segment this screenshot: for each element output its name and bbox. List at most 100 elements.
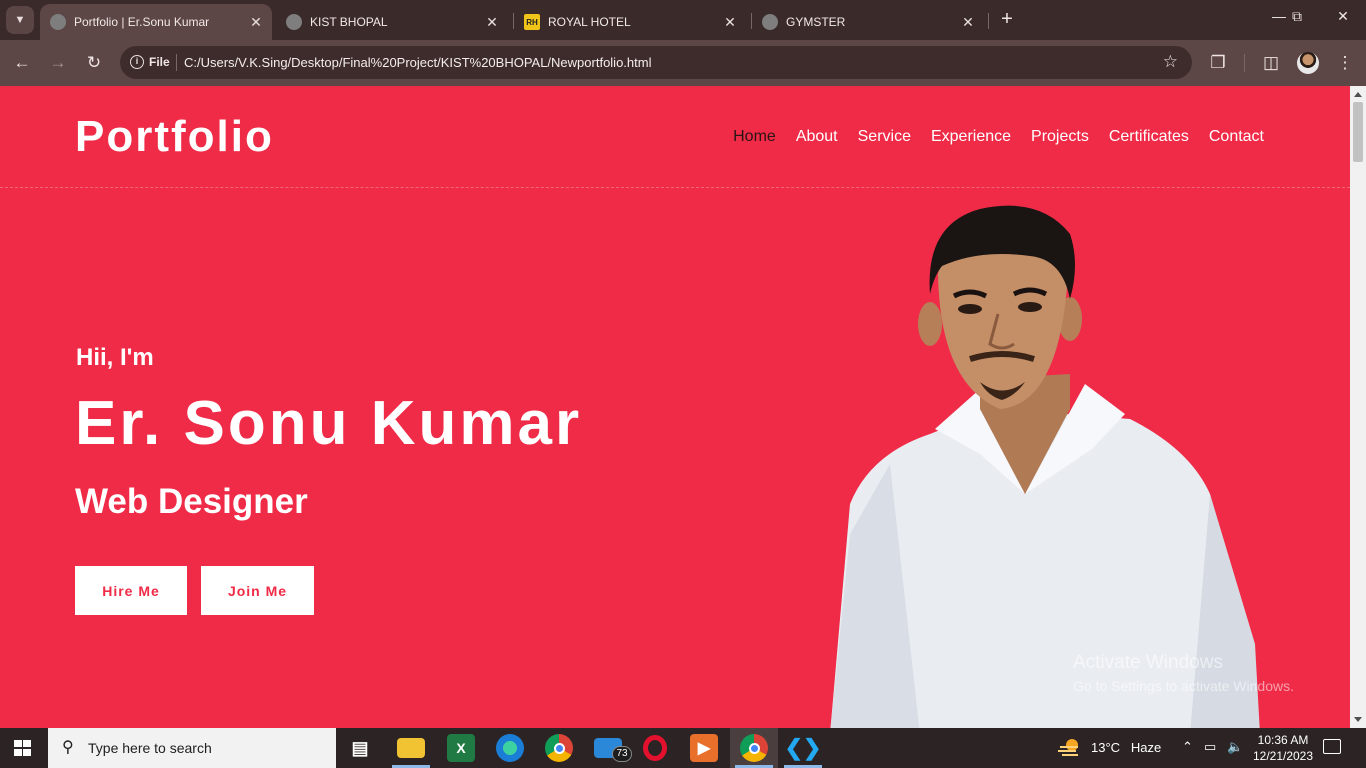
excel-icon[interactable]: X — [447, 734, 475, 762]
address-divider — [176, 54, 177, 71]
arrow-left-icon: ← — [13, 53, 31, 72]
nav-about[interactable]: About — [796, 128, 838, 146]
forward-button[interactable]: → — [47, 52, 69, 74]
watermark-subtitle: Go to Settings to activate Windows. — [1073, 678, 1294, 694]
side-panel-button[interactable]: ◫ — [1260, 52, 1282, 74]
opera-icon[interactable] — [643, 735, 667, 761]
nav-certificates[interactable]: Certificates — [1109, 128, 1189, 146]
profile-avatar[interactable] — [1297, 52, 1319, 74]
globe-icon — [50, 14, 66, 30]
scheme-label: File — [149, 55, 170, 69]
main-nav: Home About Service Experience Projects C… — [733, 128, 1264, 146]
nav-experience[interactable]: Experience — [931, 128, 1011, 146]
hero-role: Web Designer — [75, 482, 308, 521]
tab-gymster[interactable]: GYMSTER ✕ — [752, 4, 984, 40]
edge-icon[interactable] — [496, 734, 524, 762]
nav-contact[interactable]: Contact — [1209, 128, 1264, 146]
windows-start-button[interactable] — [14, 740, 32, 757]
windows-logo-icon — [23, 740, 31, 747]
url-text[interactable]: C:/Users/V.K.Sing/Desktop/Final%20Projec… — [184, 55, 651, 70]
close-icon: ✕ — [1337, 8, 1349, 24]
hero-name: Er. Sonu Kumar — [75, 389, 583, 458]
tab-kist-bhopal[interactable]: KIST BHOPAL ✕ — [276, 4, 508, 40]
globe-icon — [762, 14, 778, 30]
scroll-thumb[interactable] — [1353, 102, 1363, 162]
site-logo[interactable]: Portfolio — [75, 112, 274, 162]
file-explorer-icon[interactable] — [397, 738, 425, 758]
browser-tab-strip: ▼ Portfolio | Er.Sonu Kumar ✕ KIST BHOPA… — [0, 0, 1366, 40]
tab-title: GYMSTER — [786, 15, 846, 29]
menu-button[interactable]: ⋮ — [1334, 52, 1356, 74]
tab-search-button[interactable]: ▼ — [6, 6, 34, 34]
windows-logo-icon — [23, 749, 31, 756]
toolbar-separator — [1244, 54, 1245, 72]
notification-icon[interactable] — [1323, 739, 1341, 754]
tab-title: Portfolio | Er.Sonu Kumar — [74, 15, 210, 29]
plus-icon: + — [1001, 8, 1013, 30]
reload-icon: ↻ — [86, 53, 102, 72]
info-icon[interactable]: i — [130, 55, 144, 69]
scroll-down-arrow-icon[interactable] — [1354, 717, 1362, 722]
media-player-icon[interactable]: ▶ — [690, 734, 718, 762]
chevron-down-icon: ▼ — [14, 14, 26, 26]
windows-taskbar: ⚲ Type here to search ▤ X 73 ▶ ❮❯ 13°C H… — [0, 728, 1366, 768]
tab-royal-hotel[interactable]: RH ROYAL HOTEL ✕ — [514, 4, 746, 40]
chrome-icon[interactable] — [545, 734, 573, 762]
tab-title: ROYAL HOTEL — [548, 15, 631, 29]
restore-icon: ⧉ — [1292, 8, 1302, 24]
browser-toolbar: ← → ↻ i File C:/Users/V.K.Sing/Desktop/F… — [0, 40, 1366, 86]
address-bar[interactable]: i File C:/Users/V.K.Sing/Desktop/Final%2… — [120, 46, 1192, 79]
close-icon[interactable]: ✕ — [958, 14, 978, 31]
hire-me-button[interactable]: Hire Me — [75, 566, 187, 615]
tab-portfolio[interactable]: Portfolio | Er.Sonu Kumar ✕ — [40, 4, 272, 40]
chrome-profile-icon[interactable] — [740, 734, 768, 762]
nav-service[interactable]: Service — [858, 128, 911, 146]
close-icon[interactable]: ✕ — [246, 14, 266, 31]
page-viewport: Portfolio Home About Service Experience … — [0, 86, 1350, 728]
side-panel-icon: ◫ — [1262, 53, 1280, 72]
royal-hotel-logo-icon: RH — [524, 14, 540, 30]
close-icon[interactable]: ✕ — [482, 14, 502, 31]
extensions-button[interactable]: ❐ — [1207, 52, 1229, 74]
vscode-icon[interactable]: ❮❯ — [785, 734, 822, 762]
page-scrollbar[interactable] — [1350, 86, 1366, 728]
tab-separator — [988, 13, 989, 29]
hero-greeting: Hii, I'm — [76, 344, 154, 371]
weather-condition: Haze — [1130, 740, 1162, 755]
nav-home[interactable]: Home — [733, 128, 776, 146]
show-hidden-icons-chevron-icon[interactable]: ⌃ — [1182, 739, 1193, 755]
tab-title: KIST BHOPAL — [310, 15, 388, 29]
restore-button[interactable]: ⧉ — [1282, 8, 1312, 25]
close-icon[interactable]: ✕ — [720, 14, 740, 31]
volume-icon[interactable]: 🔈 — [1227, 739, 1243, 755]
haze-weather-icon[interactable] — [1058, 737, 1080, 757]
scroll-up-arrow-icon[interactable] — [1354, 92, 1362, 97]
taskbar-search-box[interactable]: ⚲ Type here to search — [48, 728, 336, 768]
search-icon: ⚲ — [62, 739, 74, 756]
weather-widget[interactable]: 13°C Haze — [1091, 740, 1161, 755]
globe-icon — [286, 14, 302, 30]
site-header: Portfolio Home About Service Experience … — [0, 86, 1350, 188]
kebab-menu-icon: ⋮ — [1336, 53, 1354, 72]
mail-badge: 73 — [612, 746, 632, 762]
nav-projects[interactable]: Projects — [1031, 128, 1089, 146]
join-me-button[interactable]: Join Me — [201, 566, 314, 615]
back-button[interactable]: ← — [11, 52, 33, 74]
bookmark-star-icon[interactable]: ☆ — [1163, 52, 1178, 72]
close-window-button[interactable]: ✕ — [1328, 8, 1358, 25]
watermark-title: Activate Windows — [1073, 652, 1223, 673]
windows-logo-icon — [14, 740, 22, 747]
reload-button[interactable]: ↻ — [83, 52, 105, 74]
system-clock[interactable]: 10:36 AM 12/21/2023 — [1250, 732, 1316, 764]
windows-logo-icon — [14, 749, 22, 756]
clock-time: 10:36 AM — [1257, 733, 1309, 747]
clock-date: 12/21/2023 — [1252, 749, 1314, 763]
arrow-right-icon: → — [49, 53, 67, 72]
new-tab-button[interactable]: + — [996, 8, 1018, 30]
profile-photo — [830, 205, 1260, 728]
task-view-icon[interactable]: ▤ — [346, 734, 374, 762]
puzzle-icon: ❐ — [1210, 53, 1226, 72]
weather-temperature: 13°C — [1091, 740, 1121, 755]
battery-icon[interactable]: ▭ — [1204, 739, 1216, 755]
search-placeholder: Type here to search — [88, 740, 212, 756]
